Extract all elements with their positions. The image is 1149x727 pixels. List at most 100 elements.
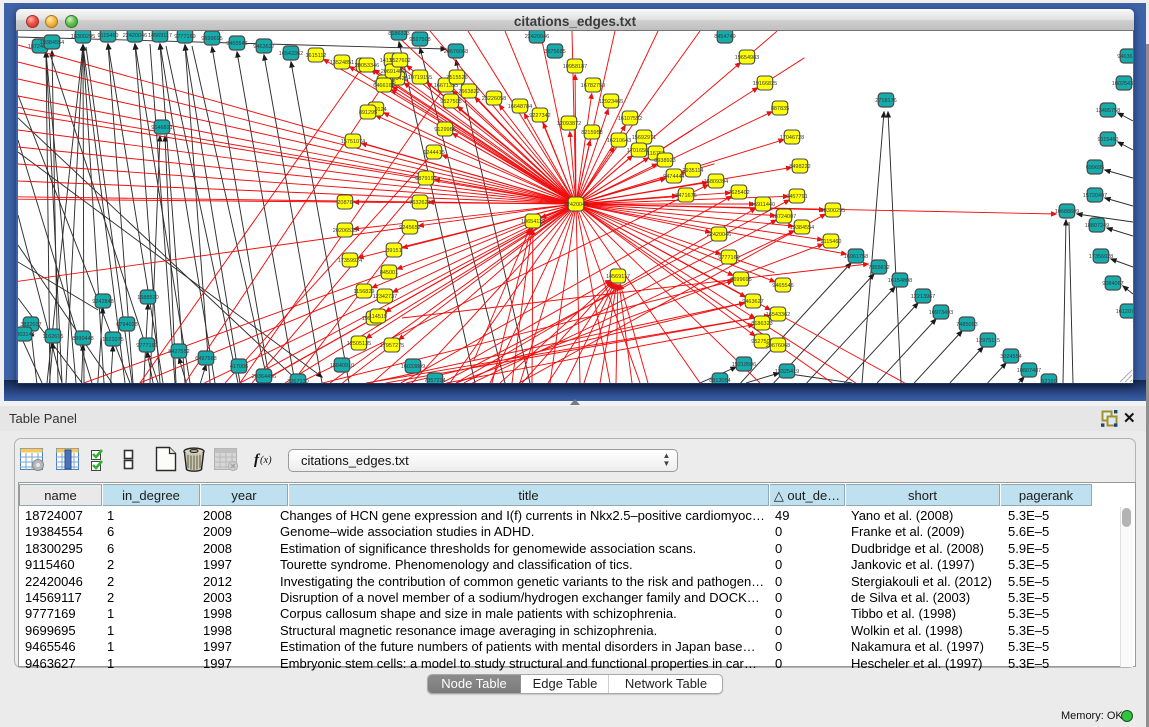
svg-text:6466160: 6466160 <box>373 83 394 89</box>
svg-text:9777169: 9777169 <box>174 34 195 40</box>
svg-text:9084067: 9084067 <box>1102 281 1123 287</box>
svg-text:12505135: 12505135 <box>347 341 371 347</box>
svg-text:9115460: 9115460 <box>1097 137 1118 143</box>
svg-text:9463627: 9463627 <box>1117 54 1133 60</box>
svg-text:891295: 891295 <box>359 110 377 116</box>
svg-text:8990448: 8990448 <box>72 336 93 342</box>
svg-text:6879197: 6879197 <box>415 176 436 182</box>
svg-text:14569117: 14569117 <box>148 33 172 39</box>
svg-text:16911440: 16911440 <box>751 202 775 208</box>
svg-text:9242848: 9242848 <box>92 299 113 305</box>
svg-text:1621075: 1621075 <box>102 337 123 343</box>
svg-text:19384554: 19384554 <box>790 225 814 231</box>
svg-text:9777169: 9777169 <box>718 255 739 261</box>
svg-text:3875685: 3875685 <box>544 49 565 55</box>
svg-text:9463627: 9463627 <box>253 44 274 50</box>
svg-text:19654983: 19654983 <box>735 55 759 61</box>
svg-text:29676068: 29676068 <box>766 343 790 349</box>
svg-text:10719155: 10719155 <box>408 75 432 81</box>
svg-text:20876: 20876 <box>337 200 352 206</box>
svg-text:10025433: 10025433 <box>1112 81 1133 87</box>
svg-text:12213967: 12213967 <box>911 294 935 300</box>
svg-text:16154808: 16154808 <box>888 278 912 284</box>
svg-text:12975115: 12975115 <box>976 338 1000 344</box>
svg-text:13495758: 13495758 <box>1096 108 1120 114</box>
svg-text:16033809: 16033809 <box>401 364 425 370</box>
svg-text:9527505: 9527505 <box>440 99 461 105</box>
svg-text:8186323: 8186323 <box>388 31 409 37</box>
svg-text:7357224: 7357224 <box>424 378 445 383</box>
svg-text:1162615: 1162615 <box>42 334 63 340</box>
svg-text:1156829: 1156829 <box>353 289 374 295</box>
svg-text:10958187: 10958187 <box>563 64 587 70</box>
svg-text:1527602: 1527602 <box>389 58 410 64</box>
svg-text:15692971: 15692971 <box>632 135 656 141</box>
svg-text:20053346: 20053346 <box>355 63 379 69</box>
svg-text:16543362: 16543362 <box>279 51 303 57</box>
svg-text:22420046: 22420046 <box>564 202 588 208</box>
svg-text:114519: 114519 <box>369 314 387 320</box>
svg-text:18300295: 18300295 <box>821 208 845 214</box>
svg-text:7485063: 7485063 <box>956 322 977 328</box>
svg-text:19384554: 19384554 <box>40 40 64 46</box>
svg-text:8427552: 8427552 <box>168 349 189 355</box>
svg-text:9465546: 9465546 <box>226 41 247 47</box>
svg-text:22420046: 22420046 <box>525 34 549 40</box>
svg-text:8498222: 8498222 <box>789 164 810 170</box>
svg-text:62160: 62160 <box>1041 379 1056 383</box>
svg-text:20691406: 20691406 <box>381 69 405 75</box>
svg-text:9699695: 9699695 <box>201 36 222 42</box>
svg-text:16120746: 16120746 <box>1116 309 1133 315</box>
svg-text:10807487: 10807487 <box>1017 368 1041 374</box>
svg-text:17356928: 17356928 <box>1089 254 1113 260</box>
svg-text:9463627: 9463627 <box>742 299 763 305</box>
svg-text:18807249: 18807249 <box>1085 223 1109 229</box>
svg-text:19166825: 19166825 <box>753 81 777 87</box>
svg-text:23226058: 23226058 <box>482 96 506 102</box>
svg-text:22420046: 22420046 <box>123 33 147 39</box>
svg-text:15720407: 15720407 <box>1083 193 1107 199</box>
svg-text:14569117: 14569117 <box>606 274 630 280</box>
svg-text:699695: 699695 <box>1086 165 1104 171</box>
svg-text:9777169: 9777169 <box>136 343 157 349</box>
svg-text:2803144: 2803144 <box>18 332 35 338</box>
svg-text:1588520: 1588520 <box>137 295 158 301</box>
svg-text:9245652: 9245652 <box>399 225 420 231</box>
svg-text:39151: 39151 <box>386 248 401 254</box>
svg-text:22420046: 22420046 <box>707 232 731 238</box>
svg-text:10973493: 10973493 <box>929 310 953 316</box>
svg-text:845001: 845001 <box>380 270 398 276</box>
svg-text:7632621: 7632621 <box>409 200 430 206</box>
svg-text:20206535: 20206535 <box>333 228 357 234</box>
svg-text:18300295: 18300295 <box>71 34 95 40</box>
svg-text:887835: 887835 <box>771 106 789 112</box>
svg-text:3267130: 3267130 <box>287 379 308 383</box>
svg-text:16210643: 16210643 <box>607 138 631 144</box>
svg-text:8215958: 8215958 <box>581 130 602 136</box>
svg-text:9129966: 9129966 <box>434 127 455 133</box>
svg-text:20364456: 20364456 <box>252 374 276 380</box>
svg-text:8471676: 8471676 <box>675 193 696 199</box>
svg-text:8813054: 8813054 <box>709 378 730 383</box>
svg-text:9115460: 9115460 <box>97 33 118 39</box>
svg-text:9699695: 9699695 <box>730 277 751 283</box>
svg-text:17957275: 17957275 <box>380 343 404 349</box>
svg-text:19218506: 19218506 <box>732 362 756 368</box>
svg-text:13325419: 13325419 <box>775 369 799 375</box>
svg-text:9146821: 9146821 <box>151 125 172 131</box>
svg-text:2718176: 2718176 <box>875 98 896 104</box>
svg-text:10654112: 10654112 <box>521 219 545 225</box>
svg-text:417006: 417006 <box>230 364 248 370</box>
svg-text:17046728: 17046728 <box>780 135 804 141</box>
svg-text:18724007: 18724007 <box>772 214 796 220</box>
svg-text:9474444: 9474444 <box>663 174 684 180</box>
svg-text:29676068: 29676068 <box>444 49 468 55</box>
svg-text:16648784: 16648784 <box>508 104 532 110</box>
svg-text:7955812: 7955812 <box>868 265 889 271</box>
svg-text:16961758: 16961758 <box>844 254 868 260</box>
svg-text:15809394: 15809394 <box>704 179 728 185</box>
svg-text:15751074: 15751074 <box>341 139 365 145</box>
svg-text:1615112: 1615112 <box>305 53 326 59</box>
svg-text:7663822: 7663822 <box>458 89 479 95</box>
svg-text:9465546: 9465546 <box>772 283 793 289</box>
